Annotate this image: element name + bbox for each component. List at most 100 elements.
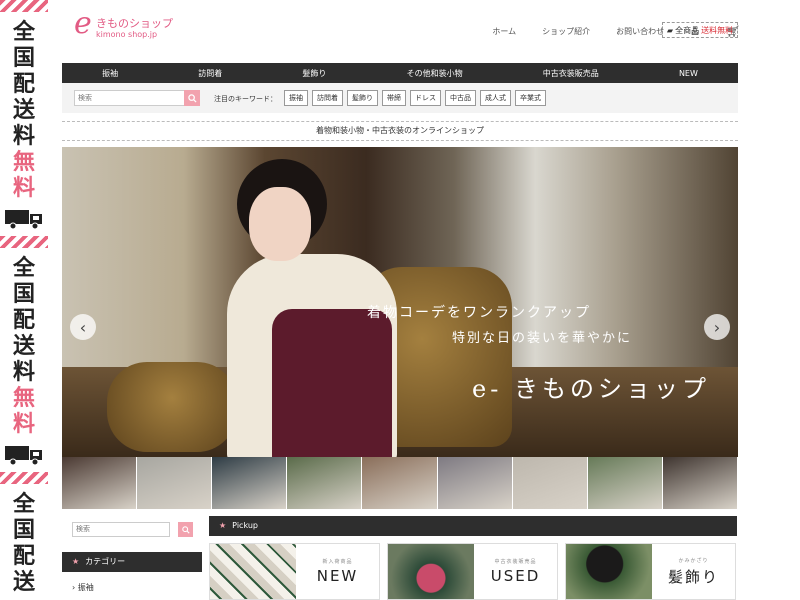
search-input[interactable]: 検索 [74,90,186,106]
sidebar-category-title: カテゴリー [85,557,126,566]
keyword-chip[interactable]: 中古品 [445,90,476,106]
hero-headline-2: 特別な日の装いを華やかに [452,331,633,346]
nav-contact[interactable]: お問い合わせ [616,26,664,37]
promo-char: 送 [12,98,35,123]
logo-mark: e [74,6,92,41]
category-other-accessories[interactable]: その他和装小物 [407,68,463,79]
chevron-right-icon: › [72,583,76,592]
sidebar-search-input[interactable]: 検索 [72,522,170,537]
category-furisode[interactable]: 振袖 [102,68,118,79]
nav-shop-intro[interactable]: ショップ紹介 [542,26,590,37]
search-button[interactable] [184,90,200,106]
truck-icon [5,210,42,230]
keyword-chip[interactable]: 髪飾り [347,90,378,106]
promo-char: 全 [12,492,35,517]
pickup-label: かみかざり 髪飾り [652,544,735,599]
promo-char-pink: 無 [12,150,35,175]
hero-next-button[interactable]: › [704,314,730,340]
hero-thumbnail[interactable] [212,457,288,509]
sidebar-item-furisode[interactable]: › 振袖 [72,582,94,593]
free-shipping-badge[interactable]: ▰ 全商品 送料無料 [662,22,738,38]
hero-slider[interactable]: 着物コーデをワンランクアップ 特別な日の装いを華やかに e- きものショップ ‹… [62,147,738,457]
pickup-big: 髪飾り [667,567,719,586]
promo-block-3: 全 国 配 送 [0,484,48,600]
category-houmongi[interactable]: 訪問着 [198,68,222,79]
promo-char-pink: 料 [12,176,35,201]
chevron-left-icon: ‹ [79,317,87,337]
model-face [249,187,311,261]
hero-thumbnail[interactable] [137,457,213,509]
pickup-sub: 新入荷商品 [322,559,353,565]
site-logo[interactable]: e きものショップ kimono shop.jp [74,6,174,44]
pickup-big: USED [490,567,541,585]
promo-char-pink: 料 [12,412,35,437]
model-hakama [272,309,392,457]
promo-char: 送 [12,570,35,595]
hero-thumbnail[interactable] [362,457,438,509]
pickup-card-kamikazari[interactable]: かみかざり 髪飾り [565,543,736,600]
site-tagline: 着物和装小物・中古衣装のオンラインショップ [316,126,484,135]
pickup-big: NEW [316,567,359,585]
promo-block-1: 全 国 配 送 料 無 料 [0,12,48,236]
hero-thumbnail[interactable] [512,457,588,509]
star-icon: ★ [219,521,227,530]
keywords-label: 注目のキーワード： [214,95,277,103]
divider [62,140,738,141]
hero-thumbnail[interactable] [62,457,138,509]
keyword-chip[interactable]: 卒業式 [515,90,546,106]
category-nav: 振袖 訪問着 髪飾り その他和装小物 中古衣装販売品 NEW [62,63,738,83]
pickup-card-used[interactable]: 中古衣装販売品 USED [387,543,558,600]
pickup-sub: 中古衣装販売品 [494,559,537,565]
promo-char: 配 [12,544,35,569]
promo-char: 送 [12,334,35,359]
chevron-right-icon: › [713,317,721,337]
pickup-sub: かみかざり [678,557,709,564]
promo-stripe [0,0,48,12]
keyword-chip[interactable]: 成人式 [480,90,511,106]
pickup-title: Pickup [232,521,258,530]
pickup-label: 中古衣装販売品 USED [474,544,557,599]
divider [62,121,738,122]
hero-headline-1: 着物コーデをワンランクアップ [367,305,591,321]
promo-char: 国 [12,518,35,543]
free-shipping-promo-strip[interactable]: 全 国 配 送 料 無 料 全 国 配 送 料 無 料 全 国 配 送 [0,0,48,600]
hero-thumbnail[interactable] [287,457,363,509]
promo-block-2: 全 国 配 送 料 無 料 [0,248,48,472]
promo-stripe [0,472,48,484]
keyword-chips: 振袖 訪問着 髪飾り 帯締 ドレス 中古品 成人式 卒業式 [284,90,546,106]
promo-char: 配 [12,72,35,97]
hero-thumbnails [62,457,738,509]
promo-char: 全 [12,256,35,281]
promo-char: 全 [12,20,35,45]
search-icon [181,525,190,534]
promo-char-pink: 無 [12,386,35,411]
promo-char: 国 [12,282,35,307]
promo-stripe [0,236,48,248]
hero-thumbnail[interactable] [587,457,663,509]
hero-thumbnail[interactable] [437,457,513,509]
pickup-card-new[interactable]: 新入荷商品 NEW [209,543,380,600]
sidebar-category-header: ★ カテゴリー [62,552,202,572]
sidebar-search-button[interactable] [178,522,193,537]
category-new[interactable]: NEW [679,69,698,78]
nav-home[interactable]: ホーム [492,26,516,37]
keyword-chip[interactable]: 訪問着 [312,90,343,106]
star-icon: ★ [72,557,80,566]
hero-prev-button[interactable]: ‹ [70,314,96,340]
hero-thumbnail[interactable] [662,457,738,509]
hero-brand: e- きものショップ [472,375,710,403]
free-label-red: 送料無料 [701,25,734,35]
keyword-chip[interactable]: 帯締 [382,90,406,106]
sidebar-item-label: 振袖 [77,583,94,592]
category-kamikazari[interactable]: 髪飾り [302,68,326,79]
promo-char: 料 [12,360,35,385]
pickup-image [566,544,652,599]
search-icon [187,93,197,103]
pickup-label: 新入荷商品 NEW [296,544,379,599]
free-label-prefix: 全商品 [675,25,700,35]
truck-icon [5,446,42,466]
keyword-chip[interactable]: ドレス [410,90,441,106]
promo-char: 配 [12,308,35,333]
keyword-chip[interactable]: 振袖 [284,90,308,106]
category-used[interactable]: 中古衣装販売品 [543,68,599,79]
